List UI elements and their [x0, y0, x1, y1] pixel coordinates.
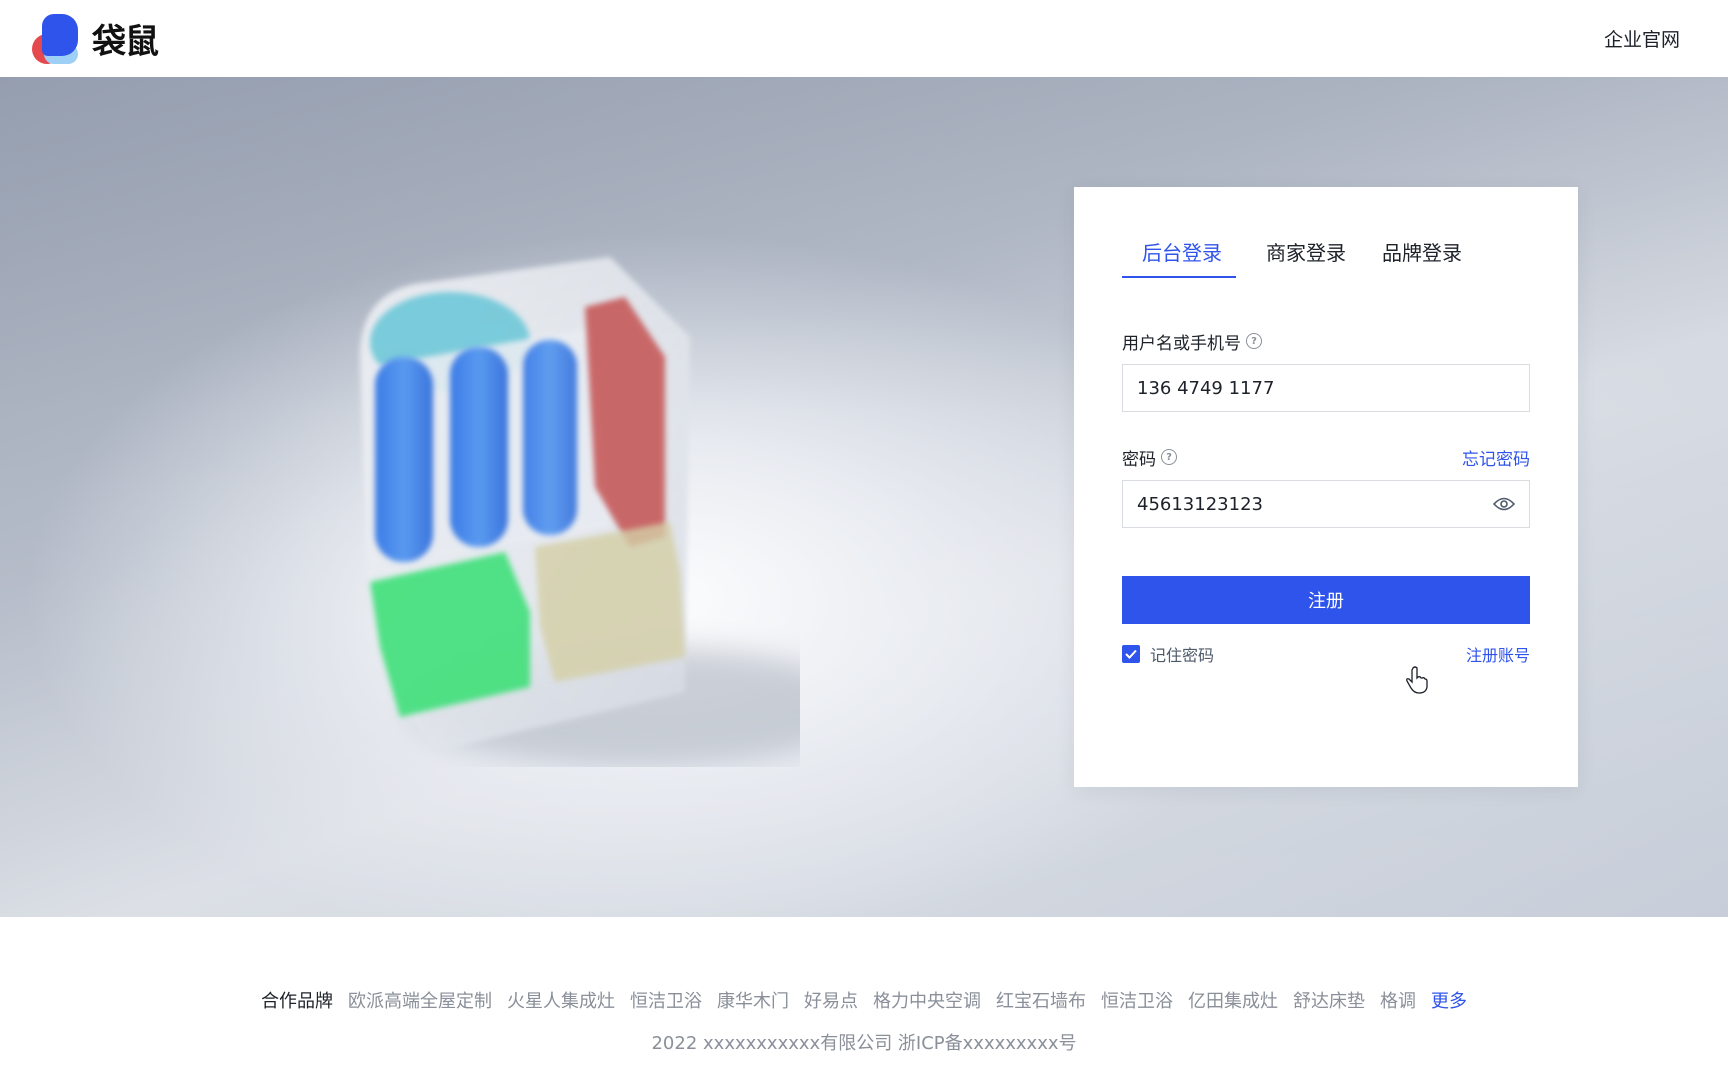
password-label: 密码 [1122, 449, 1156, 470]
login-card: 后台登录 商家登录 品牌登录 用户名或手机号 ? 密码 ? 忘记密码 [1074, 187, 1578, 787]
copyright-text: 2022 xxxxxxxxxxx有限公司 浙ICP备xxxxxxxxx号 [651, 1033, 1077, 1054]
partner-brand-link[interactable]: 舒达床垫 [1293, 987, 1365, 1013]
more-partners-link[interactable]: 更多 [1431, 987, 1467, 1013]
brand-name: 袋鼠 [92, 22, 159, 62]
partners-label: 合作品牌 [261, 991, 333, 1012]
checkmark-icon [1125, 649, 1137, 659]
partner-brand-link[interactable]: 好易点 [804, 987, 858, 1013]
hero-banner: 后台登录 商家登录 品牌登录 用户名或手机号 ? 密码 ? 忘记密码 [0, 77, 1728, 917]
partner-brand-link[interactable]: 恒洁卫浴 [630, 987, 702, 1013]
register-account-link[interactable]: 注册账号 [1466, 642, 1530, 666]
partner-brand-link[interactable]: 欧派高端全屋定制 [348, 987, 492, 1013]
partner-brand-link[interactable]: 亿田集成灶 [1188, 987, 1278, 1013]
register-submit-button[interactable]: 注册 [1122, 576, 1530, 624]
password-label-row: 密码 ? 忘记密码 [1122, 445, 1530, 470]
remember-label: 记住密码 [1150, 646, 1215, 665]
login-tabs: 后台登录 商家登录 品牌登录 [1122, 237, 1530, 278]
tab-merchant-login[interactable]: 商家登录 [1266, 237, 1346, 278]
brand-logo-icon [30, 13, 80, 64]
password-help-icon[interactable]: ? [1161, 449, 1177, 465]
partner-brand-link[interactable]: 恒洁卫浴 [1101, 987, 1173, 1013]
username-help-icon[interactable]: ? [1246, 333, 1262, 349]
top-header: 袋鼠 企业官网 [0, 0, 1728, 77]
brand[interactable]: 袋鼠 [30, 13, 159, 64]
username-label: 用户名或手机号 [1122, 333, 1241, 354]
login-form-footer: 记住密码 注册账号 [1122, 642, 1530, 666]
password-input[interactable] [1137, 493, 1493, 515]
official-site-link[interactable]: 企业官网 [1604, 25, 1680, 52]
partner-brand-link[interactable]: 红宝石墙布 [996, 987, 1086, 1013]
username-input[interactable] [1137, 377, 1515, 399]
tab-brand-login[interactable]: 品牌登录 [1382, 237, 1462, 278]
partner-brand-link[interactable]: 格调 [1380, 987, 1416, 1013]
partner-brand-link[interactable]: 火星人集成灶 [507, 987, 615, 1013]
eye-icon[interactable] [1493, 496, 1515, 512]
remember-checkbox[interactable] [1122, 645, 1140, 663]
tab-admin-login[interactable]: 后台登录 [1122, 237, 1236, 278]
page-footer: 合作品牌 欧派高端全屋定制 火星人集成灶 恒洁卫浴 康华木门 好易点 格力中央空… [0, 917, 1728, 1080]
partner-brand-link[interactable]: 康华木门 [717, 987, 789, 1013]
storage-cabinet-illustration [360, 257, 800, 767]
hand-cursor-icon [1406, 666, 1428, 694]
remember-password[interactable]: 记住密码 [1122, 642, 1214, 666]
username-label-row: 用户名或手机号 ? [1122, 330, 1530, 354]
partner-brands: 合作品牌 欧派高端全屋定制 火星人集成灶 恒洁卫浴 康华木门 好易点 格力中央空… [0, 987, 1728, 1013]
partner-brand-link[interactable]: 格力中央空调 [873, 987, 981, 1013]
forgot-password-link[interactable]: 忘记密码 [1462, 445, 1530, 470]
username-field[interactable] [1122, 364, 1530, 412]
password-field[interactable] [1122, 480, 1530, 528]
